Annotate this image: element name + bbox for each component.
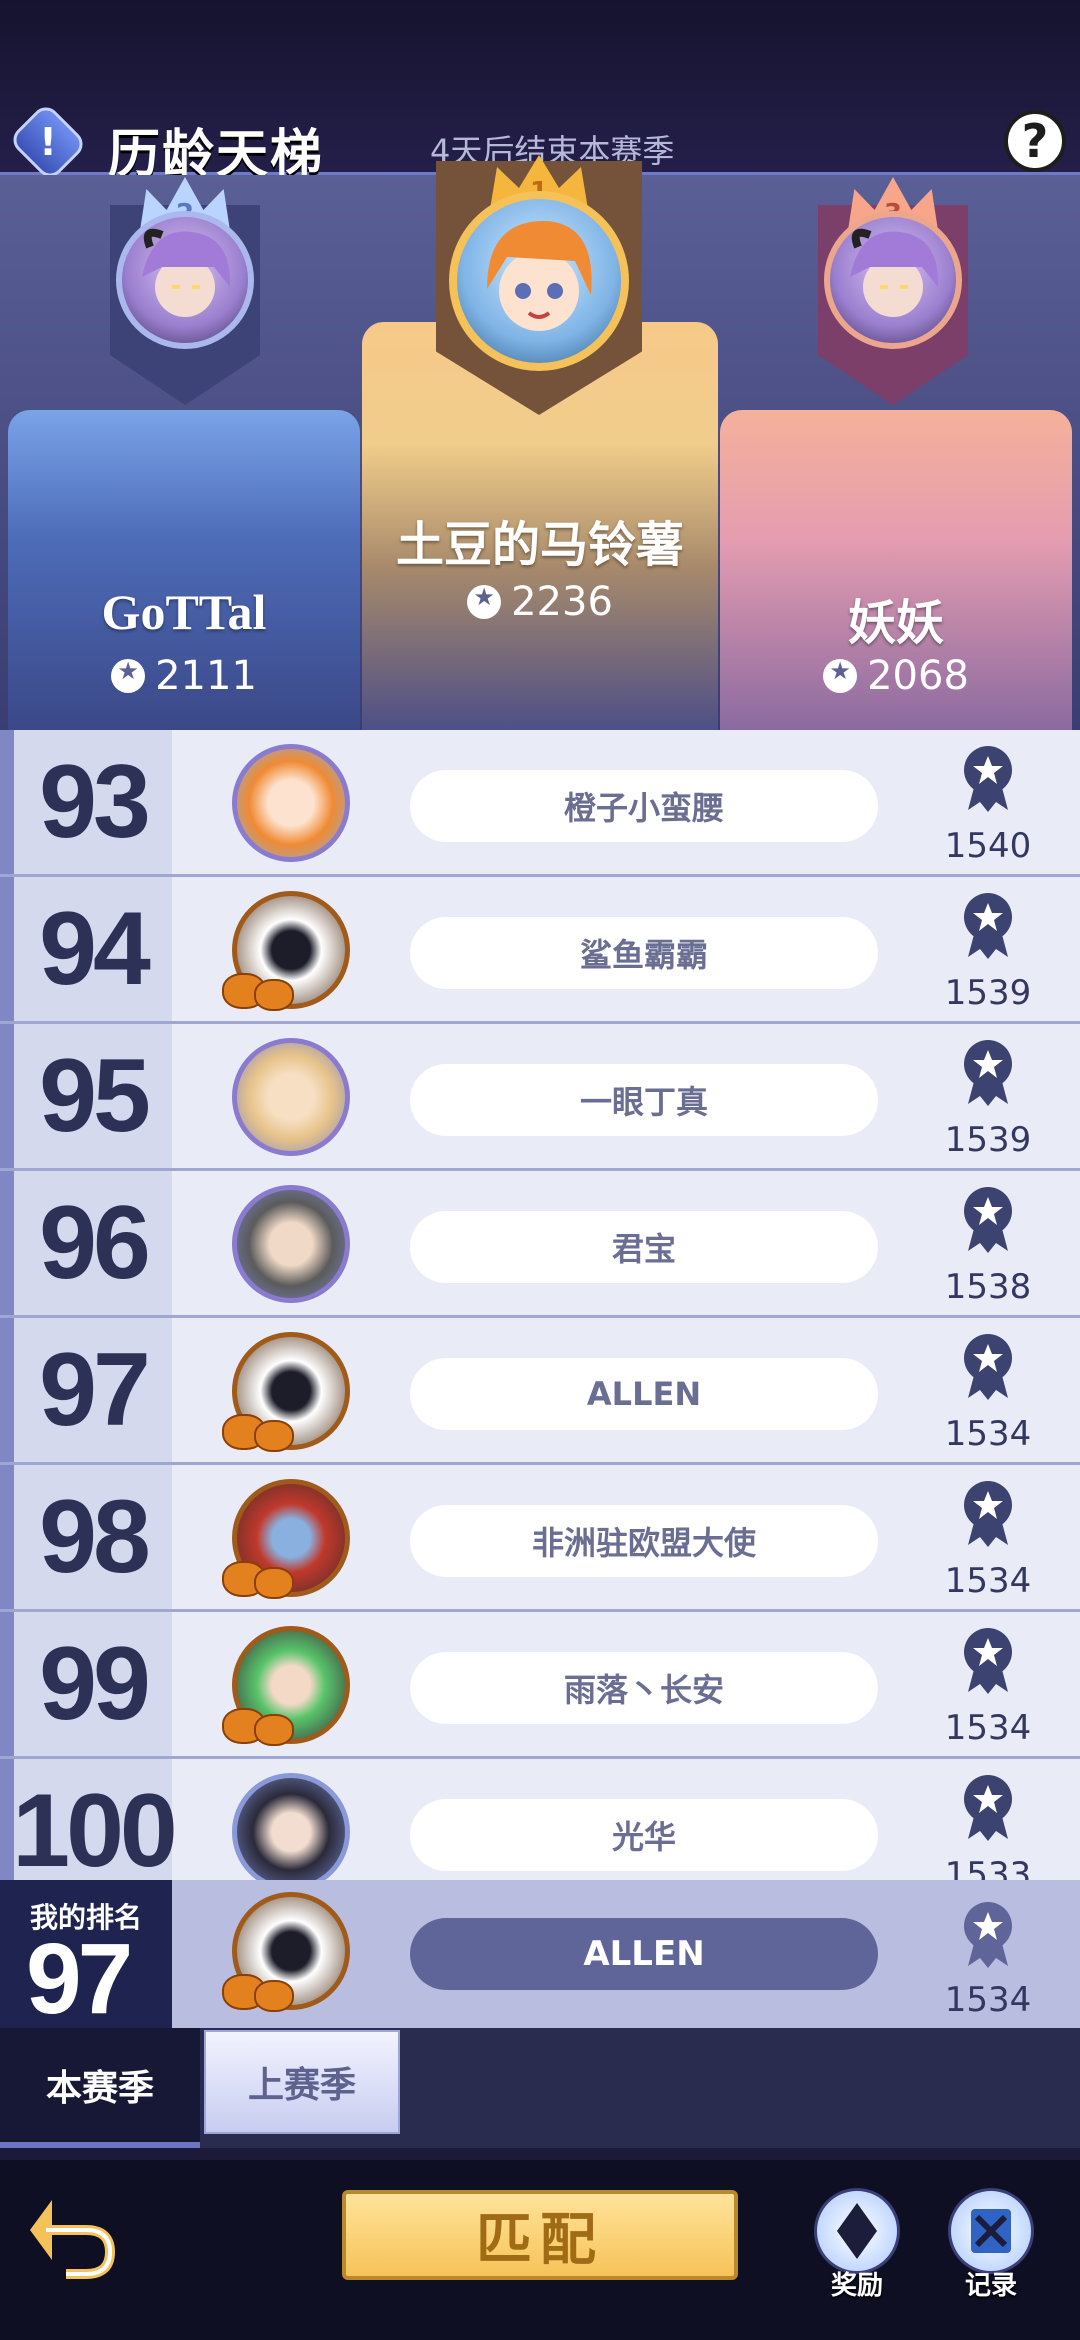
second-score-wrap: 2111: [8, 653, 360, 699]
rank-badge-icon: [964, 1187, 1012, 1253]
player-score: 1534: [944, 1708, 1032, 1748]
medal-icon: [823, 657, 858, 693]
tab-current-season[interactable]: 本赛季: [0, 2028, 200, 2148]
my-rank-row[interactable]: 我的排名 97 ALLEN 1534: [0, 1880, 1080, 2035]
top-bar: ! 历龄天梯 4天后结束本赛季 ?: [0, 0, 1080, 184]
help-button[interactable]: ?: [1004, 110, 1066, 172]
rank-number: 97: [39, 1331, 151, 1448]
table-row[interactable]: 95 一眼丁真 1539: [0, 1024, 1080, 1171]
table-row[interactable]: 96 君宝 1538: [0, 1171, 1080, 1318]
medal-icon: [467, 583, 502, 619]
avatar[interactable]: [222, 1771, 362, 1895]
table-row[interactable]: 98 非洲驻欧盟大使 1534: [0, 1465, 1080, 1612]
avatar[interactable]: [222, 1036, 362, 1160]
avatar[interactable]: [222, 1477, 362, 1601]
table-row[interactable]: 94 鲨鱼霸霸 1539: [0, 877, 1080, 1024]
second-score: 2111: [155, 653, 257, 699]
rank-number: 96: [39, 1184, 151, 1301]
player-name: 一眼丁真: [410, 1064, 878, 1136]
player-name: 光华: [410, 1799, 878, 1871]
rank-badge-icon: [964, 1775, 1012, 1841]
player-name: 君宝: [410, 1211, 878, 1283]
back-icon[interactable]: [26, 2190, 118, 2282]
player-score: 1534: [944, 1561, 1032, 1601]
rank-badge-icon: [964, 746, 1012, 812]
first-score: 2236: [511, 579, 613, 625]
player-name: 雨落丶长安: [410, 1652, 878, 1724]
my-player-name: ALLEN: [410, 1918, 878, 1990]
player-name: 鲨鱼霸霸: [410, 917, 878, 989]
rank-number: 98: [39, 1478, 151, 1595]
third-score: 2068: [867, 653, 969, 699]
player-score: 1538: [944, 1267, 1032, 1307]
table-row[interactable]: 97 ALLEN 1534: [0, 1318, 1080, 1465]
tab-previous-season[interactable]: 上赛季: [204, 2030, 400, 2134]
rank-badge-icon: [964, 1334, 1012, 1400]
player-score: 1539: [944, 973, 1032, 1013]
player-score: 1540: [944, 826, 1032, 866]
player-name: 橙子小蛮腰: [410, 770, 878, 842]
first-score-wrap: 2236: [362, 579, 718, 625]
first-name: 土豆的马铃薯: [395, 519, 684, 572]
rank-badge-icon: [964, 1902, 1012, 1968]
avatar[interactable]: [449, 191, 629, 371]
third-score-wrap: 2068: [720, 653, 1072, 699]
player-score: 1534: [944, 1414, 1032, 1454]
ranking-list[interactable]: 93 橙子小蛮腰 1540 94 鲨鱼霸霸 1539 95 一眼丁真 1539 …: [0, 730, 1080, 1906]
rank-badge-icon: [964, 1040, 1012, 1106]
second-name: GoTTal: [101, 584, 267, 640]
second-banner: 2: [110, 177, 260, 405]
avatar[interactable]: [222, 1183, 362, 1307]
first-banner: 1: [436, 155, 642, 415]
rank-number: 95: [39, 1037, 151, 1154]
rewards-label: 奖励: [830, 2271, 883, 2301]
avatar[interactable]: [222, 742, 362, 866]
info-button[interactable]: !: [7, 101, 89, 183]
my-rank-number: 97: [26, 1923, 133, 2035]
table-row[interactable]: 99 雨落丶长安 1534: [0, 1612, 1080, 1759]
rank-number: 99: [39, 1625, 151, 1742]
avatar[interactable]: [222, 889, 362, 1013]
avatar[interactable]: [824, 211, 962, 349]
info-icon: !: [39, 120, 57, 164]
records-icon: [948, 2188, 1034, 2274]
rank-number: 93: [39, 743, 151, 860]
season-tabs: 本赛季 上赛季: [0, 2028, 1080, 2148]
table-row[interactable]: 93 橙子小蛮腰 1540: [0, 730, 1080, 877]
rank-number: 94: [39, 890, 151, 1007]
diamond-icon: [814, 2188, 900, 2274]
player-name: 非洲驻欧盟大使: [410, 1505, 878, 1577]
podium: 2 GoTTal 2111 1 土豆的马铃薯 2236 3 妖妖 2068: [0, 155, 1080, 730]
my-player-score: 1534: [944, 1980, 1032, 2020]
third-banner: 3: [818, 177, 968, 405]
avatar[interactable]: [222, 1890, 362, 2014]
rank-badge-icon: [964, 1481, 1012, 1547]
avatar[interactable]: [222, 1624, 362, 1748]
third-name: 妖妖: [847, 597, 944, 650]
bottom-bar: 匹配 奖励 记录: [0, 2160, 1080, 2340]
records-button[interactable]: 记录: [944, 2188, 1038, 2301]
records-label: 记录: [964, 2271, 1017, 2301]
rewards-button[interactable]: 奖励: [810, 2188, 904, 2301]
match-button[interactable]: 匹配: [342, 2190, 738, 2280]
rank-badge-icon: [964, 893, 1012, 959]
avatar[interactable]: [116, 211, 254, 349]
medal-icon: [111, 657, 146, 693]
player-score: 1539: [944, 1120, 1032, 1160]
player-name: ALLEN: [410, 1358, 878, 1430]
avatar[interactable]: [222, 1330, 362, 1454]
rank-badge-icon: [964, 1628, 1012, 1694]
